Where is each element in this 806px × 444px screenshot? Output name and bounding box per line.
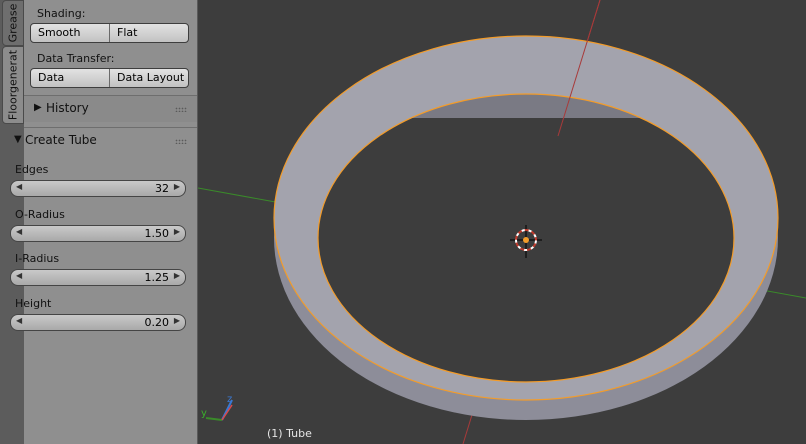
object-origin-icon bbox=[523, 237, 529, 243]
increment-arrow-icon[interactable]: ▶ bbox=[174, 182, 180, 191]
data-transfer-button-row: Data Data Layout bbox=[30, 68, 189, 88]
i-radius-label: I-Radius bbox=[15, 252, 60, 265]
active-object-label: (1) Tube bbox=[267, 427, 312, 440]
history-panel-header[interactable]: ▶ History bbox=[24, 95, 197, 122]
decrement-arrow-icon[interactable]: ◀ bbox=[16, 182, 22, 191]
tab-grease-label: Grease bbox=[6, 3, 20, 43]
expand-arrow-icon: ▶ bbox=[34, 102, 42, 113]
increment-arrow-icon[interactable]: ▶ bbox=[174, 227, 180, 236]
edges-label: Edges bbox=[15, 163, 49, 176]
data-button[interactable]: Data bbox=[31, 69, 109, 87]
data-transfer-label: Data Transfer: bbox=[37, 52, 115, 65]
tool-tab-strip: Grease Floorgenerat bbox=[0, 0, 25, 444]
edges-field[interactable]: ◀ 32 ▶ bbox=[10, 180, 186, 197]
o-radius-value: 1.50 bbox=[144, 227, 170, 240]
tab-floorgenerator-label: Floorgenerat bbox=[6, 49, 20, 121]
i-radius-field[interactable]: ◀ 1.25 ▶ bbox=[10, 269, 186, 286]
edges-value: 32 bbox=[155, 182, 169, 195]
o-radius-label: O-Radius bbox=[15, 208, 65, 221]
collapse-arrow-icon: ▼ bbox=[14, 134, 22, 145]
smooth-button[interactable]: Smooth bbox=[31, 24, 109, 42]
i-radius-value: 1.25 bbox=[144, 271, 170, 284]
data-layout-button[interactable]: Data Layout bbox=[109, 69, 188, 87]
drag-grip-icon[interactable] bbox=[175, 139, 187, 144]
increment-arrow-icon[interactable]: ▶ bbox=[174, 271, 180, 280]
height-label: Height bbox=[15, 297, 52, 310]
3d-viewport[interactable]: z y bbox=[198, 0, 806, 444]
create-tube-title: Create Tube bbox=[25, 133, 97, 147]
flat-button[interactable]: Flat bbox=[109, 24, 188, 42]
tool-shelf-panel: Shading: Smooth Flat Data Transfer: Data… bbox=[10, 0, 198, 444]
tab-floorgenerator[interactable]: Floorgenerat bbox=[2, 46, 24, 124]
gizmo-y-label: y bbox=[201, 408, 207, 419]
shading-label: Shading: bbox=[37, 7, 86, 20]
gizmo-z-label: z bbox=[227, 394, 232, 405]
increment-arrow-icon[interactable]: ▶ bbox=[174, 316, 180, 325]
decrement-arrow-icon[interactable]: ◀ bbox=[16, 316, 22, 325]
shading-button-row: Smooth Flat bbox=[30, 23, 189, 43]
drag-grip-icon[interactable] bbox=[175, 107, 187, 112]
height-value: 0.20 bbox=[144, 316, 170, 329]
height-field[interactable]: ◀ 0.20 ▶ bbox=[10, 314, 186, 331]
history-title: History bbox=[46, 101, 89, 115]
decrement-arrow-icon[interactable]: ◀ bbox=[16, 227, 22, 236]
decrement-arrow-icon[interactable]: ◀ bbox=[16, 271, 22, 280]
create-tube-panel-header[interactable]: ▼ Create Tube bbox=[14, 127, 197, 154]
tab-grease-pencil[interactable]: Grease bbox=[2, 0, 24, 46]
o-radius-field[interactable]: ◀ 1.50 ▶ bbox=[10, 225, 186, 242]
